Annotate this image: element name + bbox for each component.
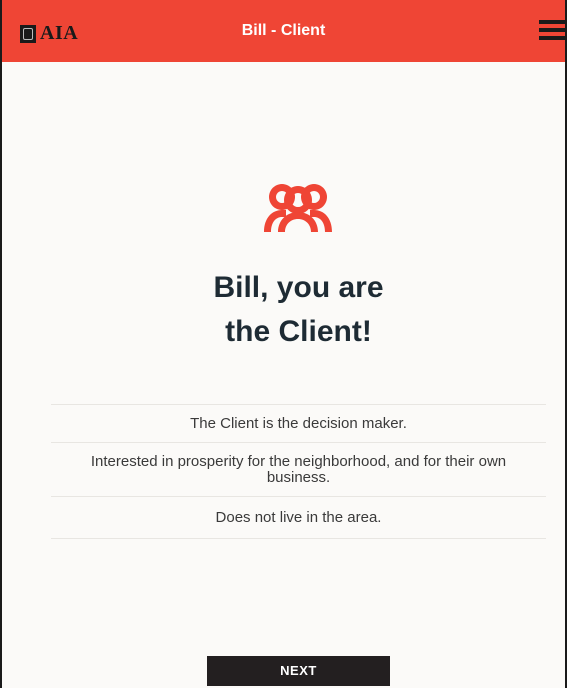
- list-item: Interested in prosperity for the neighbo…: [51, 442, 546, 496]
- page-title: Bill - Client: [241, 22, 326, 39]
- people-icon: [264, 184, 332, 232]
- heading-line-2: the Client!: [225, 315, 372, 348]
- heading-line-1: Bill, you are: [213, 271, 384, 304]
- list-item: The Client is the decision maker.: [51, 404, 546, 442]
- trait-list: The Client is the decision maker. Intere…: [51, 404, 546, 539]
- role-heading: Bill, you are the Client!: [2, 266, 565, 354]
- top-header: AIA Bill - Client: [2, 0, 565, 62]
- next-button[interactable]: NEXT: [207, 656, 390, 686]
- app-frame: AIA Bill - Client Bill, you are the Clie…: [0, 0, 567, 688]
- list-item: Does not live in the area.: [51, 496, 546, 539]
- hamburger-menu-icon[interactable]: [539, 20, 565, 40]
